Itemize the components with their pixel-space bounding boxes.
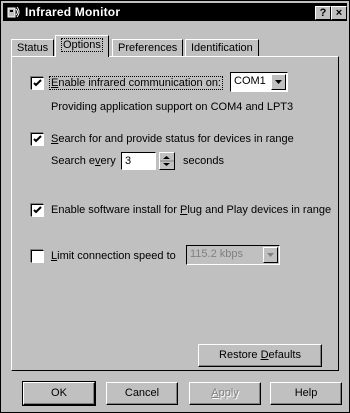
restore-accel: D xyxy=(260,349,269,361)
com-port-select[interactable]: COM1 xyxy=(230,72,288,92)
com-port-value: COM1 xyxy=(234,75,266,87)
ok-button[interactable]: OK xyxy=(22,381,96,406)
close-icon: × xyxy=(335,7,343,19)
chevron-down-icon xyxy=(275,80,282,84)
restore-text-b: efaults xyxy=(268,349,301,361)
restore-text-a: Restore xyxy=(219,349,261,361)
help-label: Help xyxy=(294,387,318,399)
apply-text: pply xyxy=(218,387,239,399)
search-interval-value: 3 xyxy=(125,155,132,167)
search-interval-spinner[interactable] xyxy=(159,152,175,170)
tab-options-label: Options xyxy=(61,38,103,52)
limit-text: imit connection speed to xyxy=(57,250,176,262)
search-devices-checkbox[interactable] xyxy=(31,133,44,146)
pnp-install-label[interactable]: Enable software install for Plug and Pla… xyxy=(51,203,331,217)
apply-button[interactable]: Apply xyxy=(189,382,261,405)
chevron-down-icon xyxy=(267,253,274,257)
tab-identification[interactable]: Identification xyxy=(185,39,259,56)
apply-accel: A xyxy=(211,387,219,399)
infrared-app-icon xyxy=(7,6,20,18)
speed-select[interactable]: 115.2 kbps xyxy=(186,245,280,265)
infrared-monitor-window: Infrared Monitor ? × Status Options Pref… xyxy=(0,0,350,413)
restore-defaults-button[interactable]: Restore Defaults xyxy=(198,344,322,367)
search-every-text-a: Search e xyxy=(51,155,96,167)
checkmark-icon xyxy=(33,135,42,143)
checkmark-icon xyxy=(33,206,42,214)
close-title-button[interactable]: × xyxy=(331,6,347,20)
question-mark-icon: ? xyxy=(319,7,327,19)
checkmark-icon xyxy=(33,79,42,87)
enable-ir-label[interactable]: Enable infrared communication on: xyxy=(49,76,223,90)
tab-options[interactable]: Options xyxy=(55,35,109,57)
search-interval-input[interactable]: 3 xyxy=(121,152,156,170)
cancel-button[interactable]: Cancel xyxy=(106,382,178,405)
limit-speed-checkbox[interactable] xyxy=(31,250,44,263)
tab-preferences[interactable]: Preferences xyxy=(112,39,184,56)
enable-ir-text: nable infrared communication on: xyxy=(58,77,221,89)
pnp-install-checkbox[interactable] xyxy=(31,204,44,217)
search-text: earch for and provide status for devices… xyxy=(58,133,294,145)
speed-dropdown-button[interactable] xyxy=(263,247,278,263)
com-port-dropdown-button[interactable] xyxy=(271,74,286,90)
cancel-label: Cancel xyxy=(124,387,160,399)
search-every-text-b: ery xyxy=(100,155,116,167)
help-title-button[interactable]: ? xyxy=(315,6,331,20)
enable-ir-checkbox[interactable] xyxy=(31,77,44,90)
search-every-label: Search every xyxy=(51,154,116,168)
pnp-text-b: lug and Play devices in range xyxy=(187,204,332,216)
ok-label: OK xyxy=(51,387,67,399)
options-panel: Enable infrared communication on: COM1 P… xyxy=(11,56,339,371)
search-devices-label[interactable]: Search for and provide status for device… xyxy=(51,132,294,146)
help-button[interactable]: Help xyxy=(270,382,342,405)
spin-arrows-icon xyxy=(160,156,174,166)
limit-speed-label[interactable]: Limit connection speed to xyxy=(51,249,176,263)
tab-status[interactable]: Status xyxy=(11,39,55,56)
window-title: Infrared Monitor xyxy=(25,5,121,19)
support-text: Providing application support on COM4 an… xyxy=(51,101,294,113)
speed-value: 115.2 kbps xyxy=(190,248,244,260)
seconds-label: seconds xyxy=(183,155,224,167)
title-bar[interactable]: Infrared Monitor ? × xyxy=(3,3,347,21)
pnp-text-a: Enable software install for xyxy=(51,204,181,216)
